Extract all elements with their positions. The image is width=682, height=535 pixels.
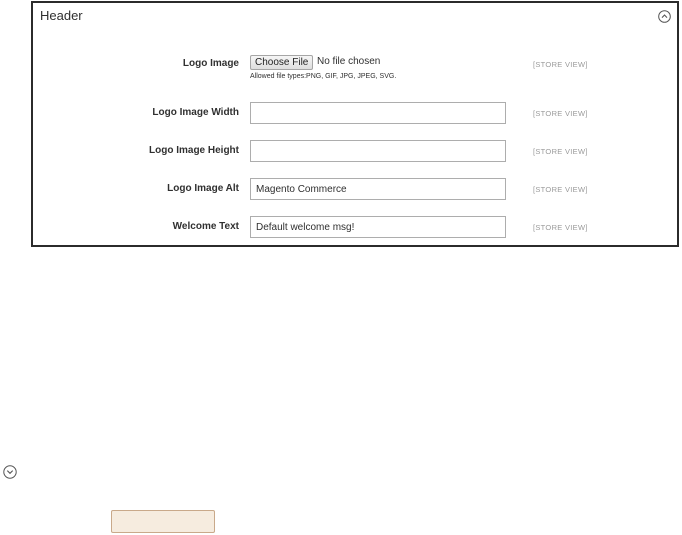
logo-alt-label: Logo Image Alt xyxy=(167,183,239,194)
logo-width-label: Logo Image Width xyxy=(152,107,239,118)
allowed-file-types-note: Allowed file types:PNG, GIF, JPG, JPEG, … xyxy=(250,73,397,80)
scope-label: [STORE VIEW] xyxy=(533,185,588,194)
action-button[interactable] xyxy=(111,510,215,533)
header-config-section: Header Logo Image Choose File No file ch… xyxy=(31,1,679,247)
chevron-down-circle-icon[interactable] xyxy=(3,465,17,479)
page: Header Logo Image Choose File No file ch… xyxy=(0,0,682,535)
logo-image-label: Logo Image xyxy=(182,58,239,69)
chevron-up-circle-icon[interactable] xyxy=(658,10,671,23)
welcome-text-input[interactable] xyxy=(250,216,506,238)
logo-height-label: Logo Image Height xyxy=(149,145,239,156)
welcome-text-label: Welcome Text xyxy=(172,221,239,232)
scope-label: [STORE VIEW] xyxy=(533,109,588,118)
scope-label: [STORE VIEW] xyxy=(533,147,588,156)
section-title[interactable]: Header xyxy=(40,8,83,23)
logo-height-input[interactable] xyxy=(250,140,506,162)
file-status-text: No file chosen xyxy=(317,56,381,67)
scope-label: [STORE VIEW] xyxy=(533,60,588,69)
choose-file-button[interactable]: Choose File xyxy=(250,55,314,70)
logo-width-input[interactable] xyxy=(250,102,506,124)
logo-alt-input[interactable] xyxy=(250,178,506,200)
scope-label: [STORE VIEW] xyxy=(533,223,588,232)
